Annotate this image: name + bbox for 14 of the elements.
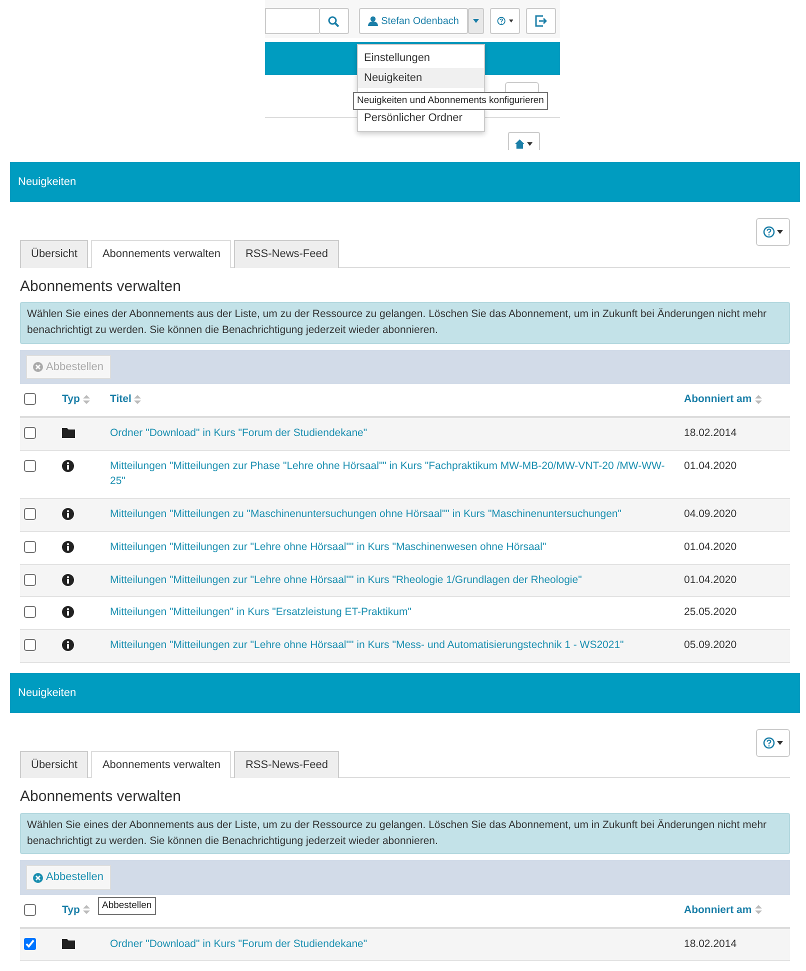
page-title-bar: Neuigkeiten [10,162,800,202]
date-cell: 18.02.2014 [680,928,790,961]
date-cell: 01.04.2020 [680,564,790,597]
section-heading: Abonnements verwalten [20,787,182,808]
date-cell: 04.09.2020 [680,498,790,532]
tooltip: Abbestellen [98,896,156,915]
info-message: Wählen Sie eines der Abonnements aus der Liste, um zu der Ressource zu gelangen. Löschen Sie das Abonnement, um in Zukunft bei Änderungen nicht mehr benachrichtigt zu werden. Sie können die Benachrichtigung jederzeit wieder abonnieren. [20,302,790,344]
page-title-bar: Neuigkeiten [10,672,800,713]
date-cell: 01.04.2020 [680,531,790,564]
info-message: Wählen Sie eines der Abonnements aus der Liste, um zu der Ressource zu gelangen. Löschen Sie das Abonnement, um in Zukunft bei Änderungen nicht mehr benachrichtigt zu werden. Sie können die Benachrichtigung jederzeit wieder abonnieren. [20,812,790,854]
date-cell: 18.02.2014 [680,416,790,450]
section-heading: Abonnements verwalten [20,276,182,296]
tooltip: Neuigkeiten und Abonnements konfigurieren [353,92,548,110]
date-cell: 05.09.2020 [680,630,790,662]
